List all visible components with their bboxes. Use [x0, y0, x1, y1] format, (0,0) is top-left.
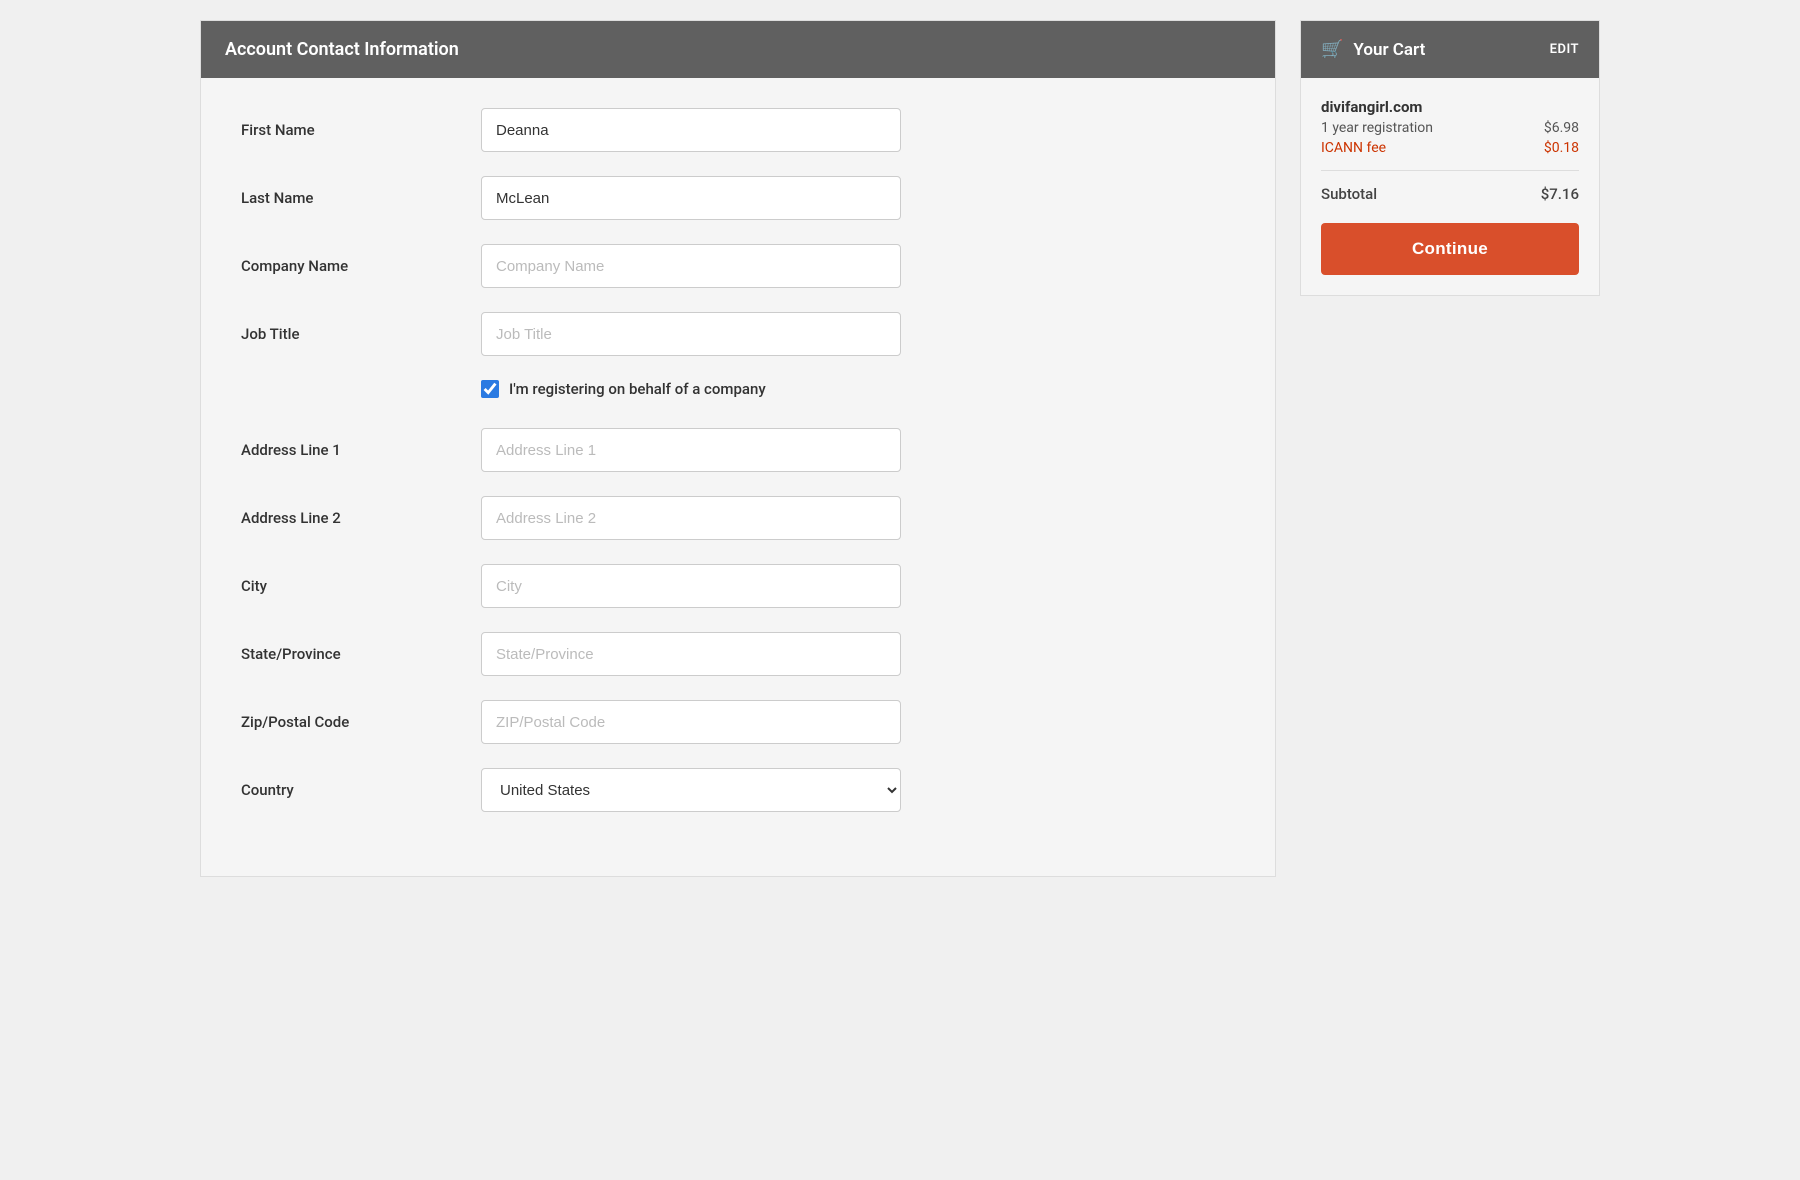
company-checkbox[interactable]	[481, 380, 499, 398]
cart-icann-label: ICANN fee	[1321, 140, 1386, 156]
cart-subtotal-price: $7.16	[1541, 185, 1579, 203]
job-title-label: Job Title	[241, 325, 481, 343]
address1-input[interactable]	[481, 428, 901, 472]
country-row: Country United States Canada United King…	[241, 768, 1235, 812]
cart-registration-price: $6.98	[1544, 120, 1579, 136]
cart-panel: 🛒 Your Cart EDIT divifangirl.com 1 year …	[1300, 20, 1600, 296]
address2-label: Address Line 2	[241, 509, 481, 527]
company-name-row: Company Name	[241, 244, 1235, 288]
cart-icann-price: $0.18	[1544, 140, 1579, 156]
state-input[interactable]	[481, 632, 901, 676]
last-name-input[interactable]	[481, 176, 901, 220]
company-name-input[interactable]	[481, 244, 901, 288]
company-checkbox-row: I'm registering on behalf of a company	[481, 380, 1235, 398]
account-contact-panel: Account Contact Information First Name L…	[200, 20, 1276, 877]
cart-title: Your Cart	[1353, 40, 1425, 60]
company-checkbox-label[interactable]: I'm registering on behalf of a company	[509, 380, 766, 398]
zip-input[interactable]	[481, 700, 901, 744]
address2-input[interactable]	[481, 496, 901, 540]
zip-row: Zip/Postal Code	[241, 700, 1235, 744]
continue-button[interactable]: Continue	[1321, 223, 1579, 275]
country-label: Country	[241, 781, 481, 799]
job-title-input[interactable]	[481, 312, 901, 356]
state-label: State/Province	[241, 645, 481, 663]
city-row: City	[241, 564, 1235, 608]
panel-title: Account Contact Information	[225, 39, 459, 60]
cart-registration-label: 1 year registration	[1321, 120, 1433, 136]
last-name-label: Last Name	[241, 189, 481, 207]
zip-label: Zip/Postal Code	[241, 713, 481, 731]
country-select[interactable]: United States Canada United Kingdom Aust…	[481, 768, 901, 812]
cart-body: divifangirl.com 1 year registration $6.9…	[1301, 78, 1599, 295]
first-name-input[interactable]	[481, 108, 901, 152]
cart-header: 🛒 Your Cart EDIT	[1301, 21, 1599, 78]
cart-registration-row: 1 year registration $6.98	[1321, 120, 1579, 136]
panel-header: Account Contact Information	[201, 21, 1275, 78]
first-name-row: First Name	[241, 108, 1235, 152]
job-title-row: Job Title	[241, 312, 1235, 356]
cart-subtotal-row: Subtotal $7.16	[1321, 185, 1579, 203]
city-label: City	[241, 577, 481, 595]
address1-label: Address Line 1	[241, 441, 481, 459]
last-name-row: Last Name	[241, 176, 1235, 220]
cart-edit-button[interactable]: EDIT	[1550, 42, 1579, 57]
cart-icann-row: ICANN fee $0.18	[1321, 140, 1579, 156]
address1-row: Address Line 1	[241, 428, 1235, 472]
address2-row: Address Line 2	[241, 496, 1235, 540]
cart-divider	[1321, 170, 1579, 171]
city-input[interactable]	[481, 564, 901, 608]
form-body: First Name Last Name Company Name Job Ti…	[201, 78, 1275, 876]
company-name-label: Company Name	[241, 257, 481, 275]
first-name-label: First Name	[241, 121, 481, 139]
cart-domain: divifangirl.com	[1321, 98, 1579, 116]
state-row: State/Province	[241, 632, 1235, 676]
cart-icon: 🛒	[1321, 39, 1343, 60]
cart-header-left: 🛒 Your Cart	[1321, 39, 1425, 60]
cart-subtotal-label: Subtotal	[1321, 185, 1377, 203]
